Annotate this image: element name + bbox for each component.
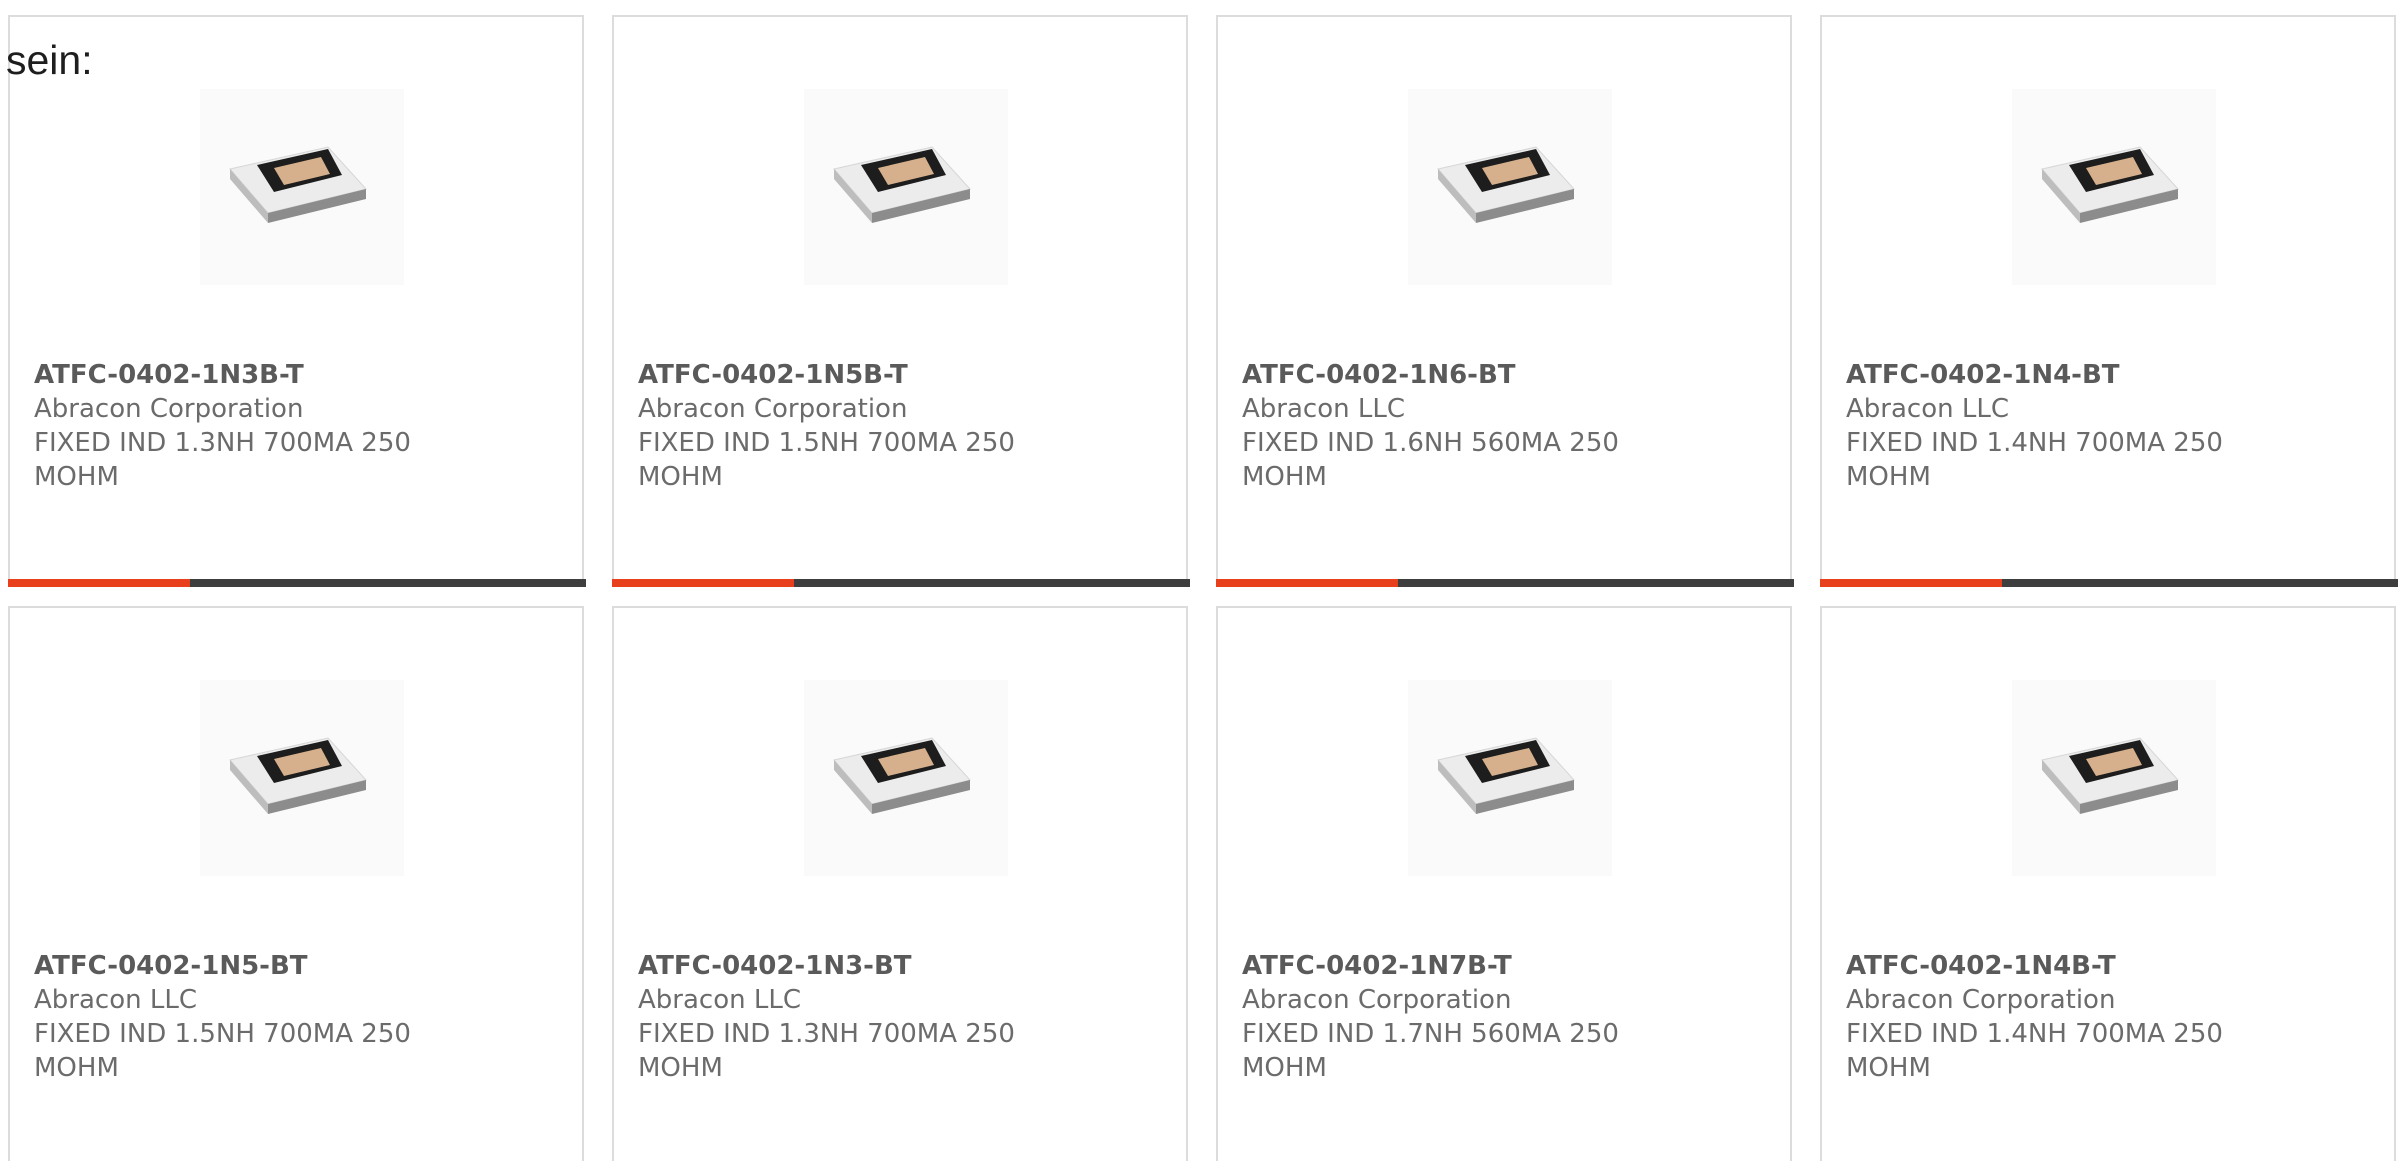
smd-inductor-chip-icon [2012, 680, 2216, 876]
product-card[interactable]: ATFC-0402-1N7B-T Abracon Corporation FIX… [1216, 606, 1792, 1161]
manufacturer: Abracon Corporation [34, 394, 304, 424]
product-image [1408, 89, 1612, 285]
product-info: ATFC-0402-1N3-BT Abracon LLC FIXED IND 1… [638, 949, 1058, 1085]
product-info: ATFC-0402-1N6-BT Abracon LLC FIXED IND 1… [1242, 358, 1662, 494]
product-card[interactable]: ATFC-0402-1N4B-T Abracon Corporation FIX… [1820, 606, 2396, 1161]
product-image [200, 89, 404, 285]
product-card[interactable]: ATFC-0402-1N5-BT Abracon LLC FIXED IND 1… [8, 606, 584, 1161]
page: sein: ATFC-0402-1N3B-T Abracon Corporati… [0, 0, 2400, 1161]
product-image [804, 680, 1008, 876]
product-info: ATFC-0402-1N4-BT Abracon LLC FIXED IND 1… [1846, 358, 2266, 494]
smd-inductor-chip-icon [200, 89, 404, 285]
manufacturer: Abracon LLC [34, 985, 197, 1015]
manufacturer: Abracon LLC [1846, 394, 2009, 424]
smd-inductor-chip-icon [1408, 680, 1612, 876]
product-card[interactable]: ATFC-0402-1N4-BT Abracon LLC FIXED IND 1… [1820, 15, 2398, 587]
part-number[interactable]: ATFC-0402-1N5B-T [638, 358, 1058, 392]
smd-inductor-chip-icon [200, 680, 404, 876]
progress-bar [8, 579, 586, 587]
manufacturer: Abracon LLC [1242, 394, 1405, 424]
manufacturer: Abracon Corporation [1846, 985, 2116, 1015]
part-number[interactable]: ATFC-0402-1N6-BT [1242, 358, 1662, 392]
part-number[interactable]: ATFC-0402-1N7B-T [1242, 949, 1662, 983]
product-description: FIXED IND 1.4NH 700MA 250 MOHM [1846, 428, 2223, 492]
page-heading: sein: [6, 37, 93, 83]
product-description: FIXED IND 1.5NH 700MA 250 MOHM [34, 1019, 411, 1083]
smd-inductor-chip-icon [1408, 89, 1612, 285]
part-number[interactable]: ATFC-0402-1N3B-T [34, 358, 454, 392]
product-description: FIXED IND 1.4NH 700MA 250 MOHM [1846, 1019, 2223, 1083]
progress-fill [1820, 579, 2003, 587]
progress-bar [1820, 579, 2398, 587]
progress-bar [612, 579, 1190, 587]
smd-inductor-chip-icon [2012, 89, 2216, 285]
manufacturer: Abracon Corporation [638, 394, 908, 424]
progress-fill [8, 579, 191, 587]
product-image [804, 89, 1008, 285]
product-card[interactable]: ATFC-0402-1N3B-T Abracon Corporation FIX… [8, 15, 586, 587]
product-image [2012, 89, 2216, 285]
product-description: FIXED IND 1.6NH 560MA 250 MOHM [1242, 428, 1619, 492]
product-card[interactable]: ATFC-0402-1N5B-T Abracon Corporation FIX… [612, 15, 1190, 587]
part-number[interactable]: ATFC-0402-1N5-BT [34, 949, 454, 983]
product-info: ATFC-0402-1N3B-T Abracon Corporation FIX… [34, 358, 454, 494]
product-image [200, 680, 404, 876]
smd-inductor-chip-icon [804, 680, 1008, 876]
progress-bar [1216, 579, 1794, 587]
product-description: FIXED IND 1.5NH 700MA 250 MOHM [638, 428, 1015, 492]
product-info: ATFC-0402-1N5-BT Abracon LLC FIXED IND 1… [34, 949, 454, 1085]
product-description: FIXED IND 1.3NH 700MA 250 MOHM [34, 428, 411, 492]
product-info: ATFC-0402-1N4B-T Abracon Corporation FIX… [1846, 949, 2266, 1085]
progress-fill [1216, 579, 1399, 587]
progress-fill [612, 579, 795, 587]
part-number[interactable]: ATFC-0402-1N4-BT [1846, 358, 2266, 392]
product-description: FIXED IND 1.3NH 700MA 250 MOHM [638, 1019, 1015, 1083]
product-card[interactable]: ATFC-0402-1N6-BT Abracon LLC FIXED IND 1… [1216, 15, 1794, 587]
product-info: ATFC-0402-1N5B-T Abracon Corporation FIX… [638, 358, 1058, 494]
manufacturer: Abracon LLC [638, 985, 801, 1015]
product-card[interactable]: ATFC-0402-1N3-BT Abracon LLC FIXED IND 1… [612, 606, 1188, 1161]
manufacturer: Abracon Corporation [1242, 985, 1512, 1015]
part-number[interactable]: ATFC-0402-1N4B-T [1846, 949, 2266, 983]
product-info: ATFC-0402-1N7B-T Abracon Corporation FIX… [1242, 949, 1662, 1085]
smd-inductor-chip-icon [804, 89, 1008, 285]
product-description: FIXED IND 1.7NH 560MA 250 MOHM [1242, 1019, 1619, 1083]
product-image [2012, 680, 2216, 876]
product-image [1408, 680, 1612, 876]
part-number[interactable]: ATFC-0402-1N3-BT [638, 949, 1058, 983]
